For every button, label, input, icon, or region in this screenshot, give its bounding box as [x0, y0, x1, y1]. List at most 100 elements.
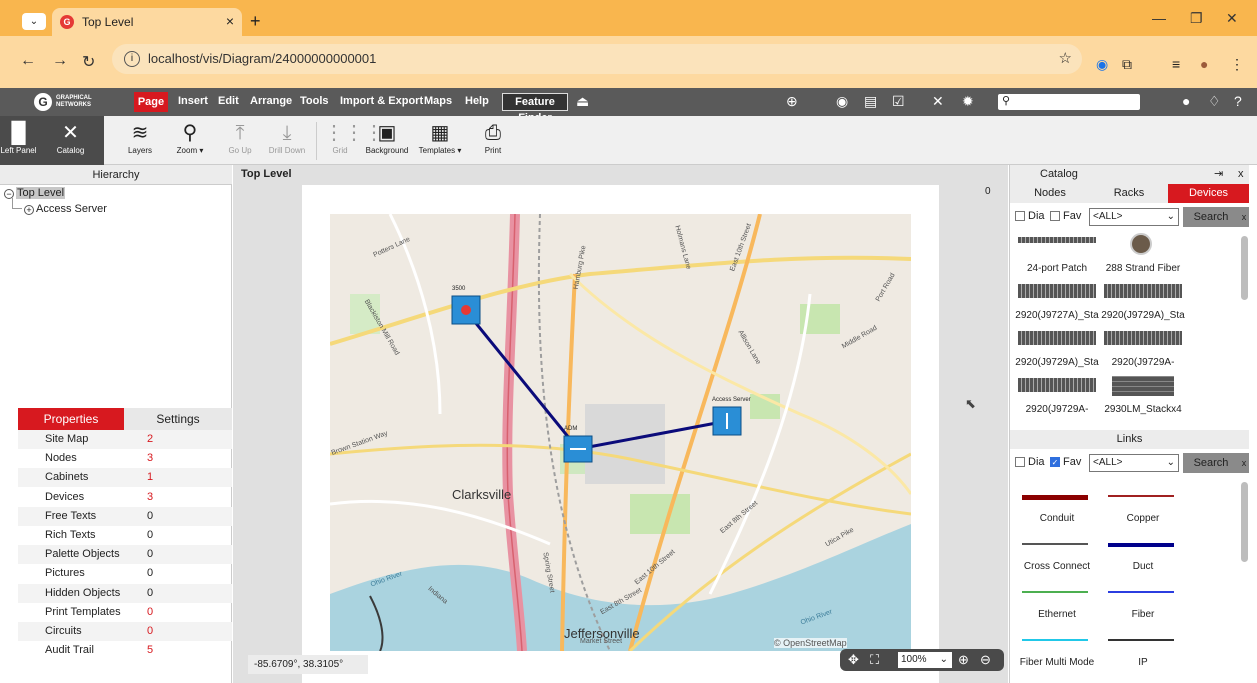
forward-icon[interactable]: → — [52, 52, 68, 70]
browser-tab[interactable]: G Top Level × — [52, 8, 242, 36]
globe-icon[interactable]: ⊕ — [786, 93, 798, 110]
tab-properties[interactable]: Properties — [18, 408, 124, 430]
catalog-close[interactable]: x — [1238, 165, 1244, 184]
catalog-link-item[interactable]: Fiber Multi Mode — [1014, 631, 1100, 679]
catalog-link-item[interactable]: Ethernet — [1014, 583, 1100, 631]
property-row[interactable]: Nodes 3 — [18, 449, 232, 468]
site-info-icon[interactable]: i — [124, 51, 140, 67]
tree-item-top-level[interactable]: − Top Level — [4, 187, 66, 199]
catalog-link-item[interactable]: IP — [1100, 631, 1186, 679]
feature-finder-button[interactable]: Feature Finder — [502, 93, 568, 124]
minimize-icon[interactable]: — — [1152, 10, 1166, 26]
zoom-out-icon[interactable]: ⊖ — [980, 652, 991, 668]
property-row[interactable]: Site Map 2 — [18, 430, 232, 449]
property-row[interactable]: Audit Trail 5 — [18, 641, 232, 660]
omnibox[interactable]: i localhost/vis/Diagram/24000000000001 ☆ — [112, 44, 1082, 74]
print-button[interactable]: ⎙ Print — [476, 116, 510, 165]
back-icon[interactable]: ← — [20, 52, 36, 70]
layers-button[interactable]: ≋ Layers — [120, 116, 160, 165]
property-row[interactable]: Pictures 0 — [18, 564, 232, 583]
global-search-input[interactable]: ⚲ — [998, 94, 1140, 110]
reload-icon[interactable]: ↻ — [82, 52, 95, 72]
property-row[interactable]: Free Texts 0 — [18, 506, 232, 526]
menu-tools[interactable]: Tools — [300, 95, 329, 107]
catalog-device-item[interactable]: 2920(J9727A)_Sta — [1014, 284, 1100, 330]
links-fav-checkbox[interactable]: ✓ — [1050, 457, 1060, 467]
background-button[interactable]: ▣ Background — [364, 116, 410, 165]
device-scroll-thumb[interactable] — [1241, 236, 1248, 300]
dia-checkbox[interactable] — [1015, 211, 1025, 221]
property-row[interactable]: Hidden Objects 0 — [18, 583, 232, 603]
grid-button[interactable]: ⋮⋮⋮ Grid — [324, 116, 384, 165]
fav-checkbox[interactable] — [1050, 211, 1060, 221]
reading-list-icon[interactable]: ≡ — [1172, 56, 1180, 72]
menu-help[interactable]: Help — [465, 95, 489, 107]
menu-edit[interactable]: Edit — [218, 95, 239, 107]
report-icon[interactable]: ▤ — [864, 93, 877, 110]
url-text[interactable]: localhost/vis/Diagram/24000000000001 — [148, 51, 376, 66]
close-window-icon[interactable]: ✕ — [1226, 10, 1238, 27]
menu-import-export[interactable]: Import & Export — [340, 95, 423, 107]
menu-insert[interactable]: Insert — [178, 95, 208, 107]
fit-screen-icon[interactable]: ⛶ — [870, 652, 879, 668]
account-icon[interactable]: ● — [1182, 93, 1190, 109]
pan-icon[interactable]: ✥ — [848, 652, 859, 668]
expand-icon[interactable]: + — [24, 205, 34, 215]
node-3500[interactable] — [451, 295, 481, 325]
node-access-server[interactable] — [712, 406, 742, 436]
catalog-device-item[interactable]: 2920(J9729A- — [1100, 331, 1186, 377]
catalog-device-item[interactable]: 2920(J9729A)_Sta — [1014, 331, 1100, 377]
tab-settings[interactable]: Settings — [124, 408, 232, 430]
zoom-button[interactable]: ⚲ Zoom ▾ — [170, 116, 210, 165]
device-search-button[interactable]: Search — [1183, 207, 1239, 227]
catalog-link-item[interactable]: Fiber — [1100, 583, 1186, 631]
diagram-canvas[interactable]: Top Level 0 Clarksville Jeffersonville ©… — [233, 165, 1008, 683]
map-attribution[interactable]: © OpenStreetMap — [774, 638, 847, 648]
catalog-button[interactable]: ✕ Catalog — [37, 116, 104, 165]
catalog-link-item[interactable]: Cross Connect — [1014, 535, 1100, 583]
pin-icon[interactable]: ⇥ — [1214, 165, 1223, 184]
tab-racks[interactable]: Racks — [1090, 184, 1168, 203]
tools-icon[interactable]: ✕ — [932, 93, 944, 110]
zoom-select[interactable]: 100% ⌄ — [898, 652, 952, 668]
site-map[interactable]: Clarksville Jeffersonville © OpenStreetM… — [330, 214, 911, 651]
property-row[interactable]: Devices 3 — [18, 488, 232, 507]
menu-maps[interactable]: Maps — [424, 95, 452, 107]
property-row[interactable]: Palette Objects 0 — [18, 545, 232, 565]
left-panel-button[interactable]: ▐▌ Left Panel — [0, 116, 37, 165]
drill-down-button[interactable]: ⤓ Drill Down — [264, 116, 310, 165]
gear-icon[interactable]: ✹ — [962, 93, 974, 110]
device-clear-button[interactable]: x — [1239, 207, 1249, 227]
links-dia-checkbox[interactable] — [1015, 457, 1025, 467]
new-tab-button[interactable]: + — [250, 12, 261, 30]
catalog-device-item[interactable]: 2920(J9729A)_Sta — [1100, 284, 1186, 330]
device-type-select[interactable]: <ALL> ⌄ — [1089, 208, 1179, 226]
tab-devices[interactable]: Devices — [1168, 184, 1249, 203]
tab-nodes[interactable]: Nodes — [1010, 184, 1090, 203]
dashboard-icon[interactable]: ◉ — [836, 93, 848, 110]
tab-close-icon[interactable]: × — [226, 13, 234, 29]
profile-avatar-icon[interactable]: ● — [1200, 56, 1208, 72]
menu-page[interactable]: Page — [134, 92, 168, 112]
eject-icon[interactable]: ⏏ — [576, 93, 589, 110]
node-adm[interactable] — [563, 435, 593, 463]
extensions-puzzle-icon[interactable]: ⧉ — [1122, 56, 1132, 73]
catalog-link-item[interactable]: Duct — [1100, 535, 1186, 583]
property-row[interactable]: Cabinets 1 — [18, 468, 232, 488]
catalog-device-item[interactable]: 24-port Patch — [1014, 237, 1100, 283]
property-row[interactable]: Circuits 0 — [18, 622, 232, 641]
link-search-button[interactable]: Search — [1183, 453, 1239, 473]
catalog-link-item[interactable]: Copper — [1100, 487, 1186, 535]
templates-button[interactable]: ▦ Templates ▾ — [414, 116, 466, 165]
catalog-device-item[interactable]: 2930LM_Stackx4 — [1100, 376, 1186, 424]
menu-arrange[interactable]: Arrange — [250, 95, 292, 107]
catalog-device-item[interactable]: 288 Strand Fiber — [1100, 233, 1186, 283]
bookmark-star-icon[interactable]: ☆ — [1059, 49, 1072, 67]
diamond-icon[interactable]: ♢ — [1208, 93, 1221, 110]
link-scroll-thumb[interactable] — [1241, 482, 1248, 562]
zoom-in-icon[interactable]: ⊕ — [958, 652, 969, 668]
help-icon[interactable]: ? — [1234, 93, 1242, 109]
extension-icon[interactable]: ◉ — [1096, 56, 1108, 73]
tree-item-access-server[interactable]: + Access Server — [24, 203, 107, 215]
browser-menu-icon[interactable]: ⋮ — [1230, 56, 1244, 73]
